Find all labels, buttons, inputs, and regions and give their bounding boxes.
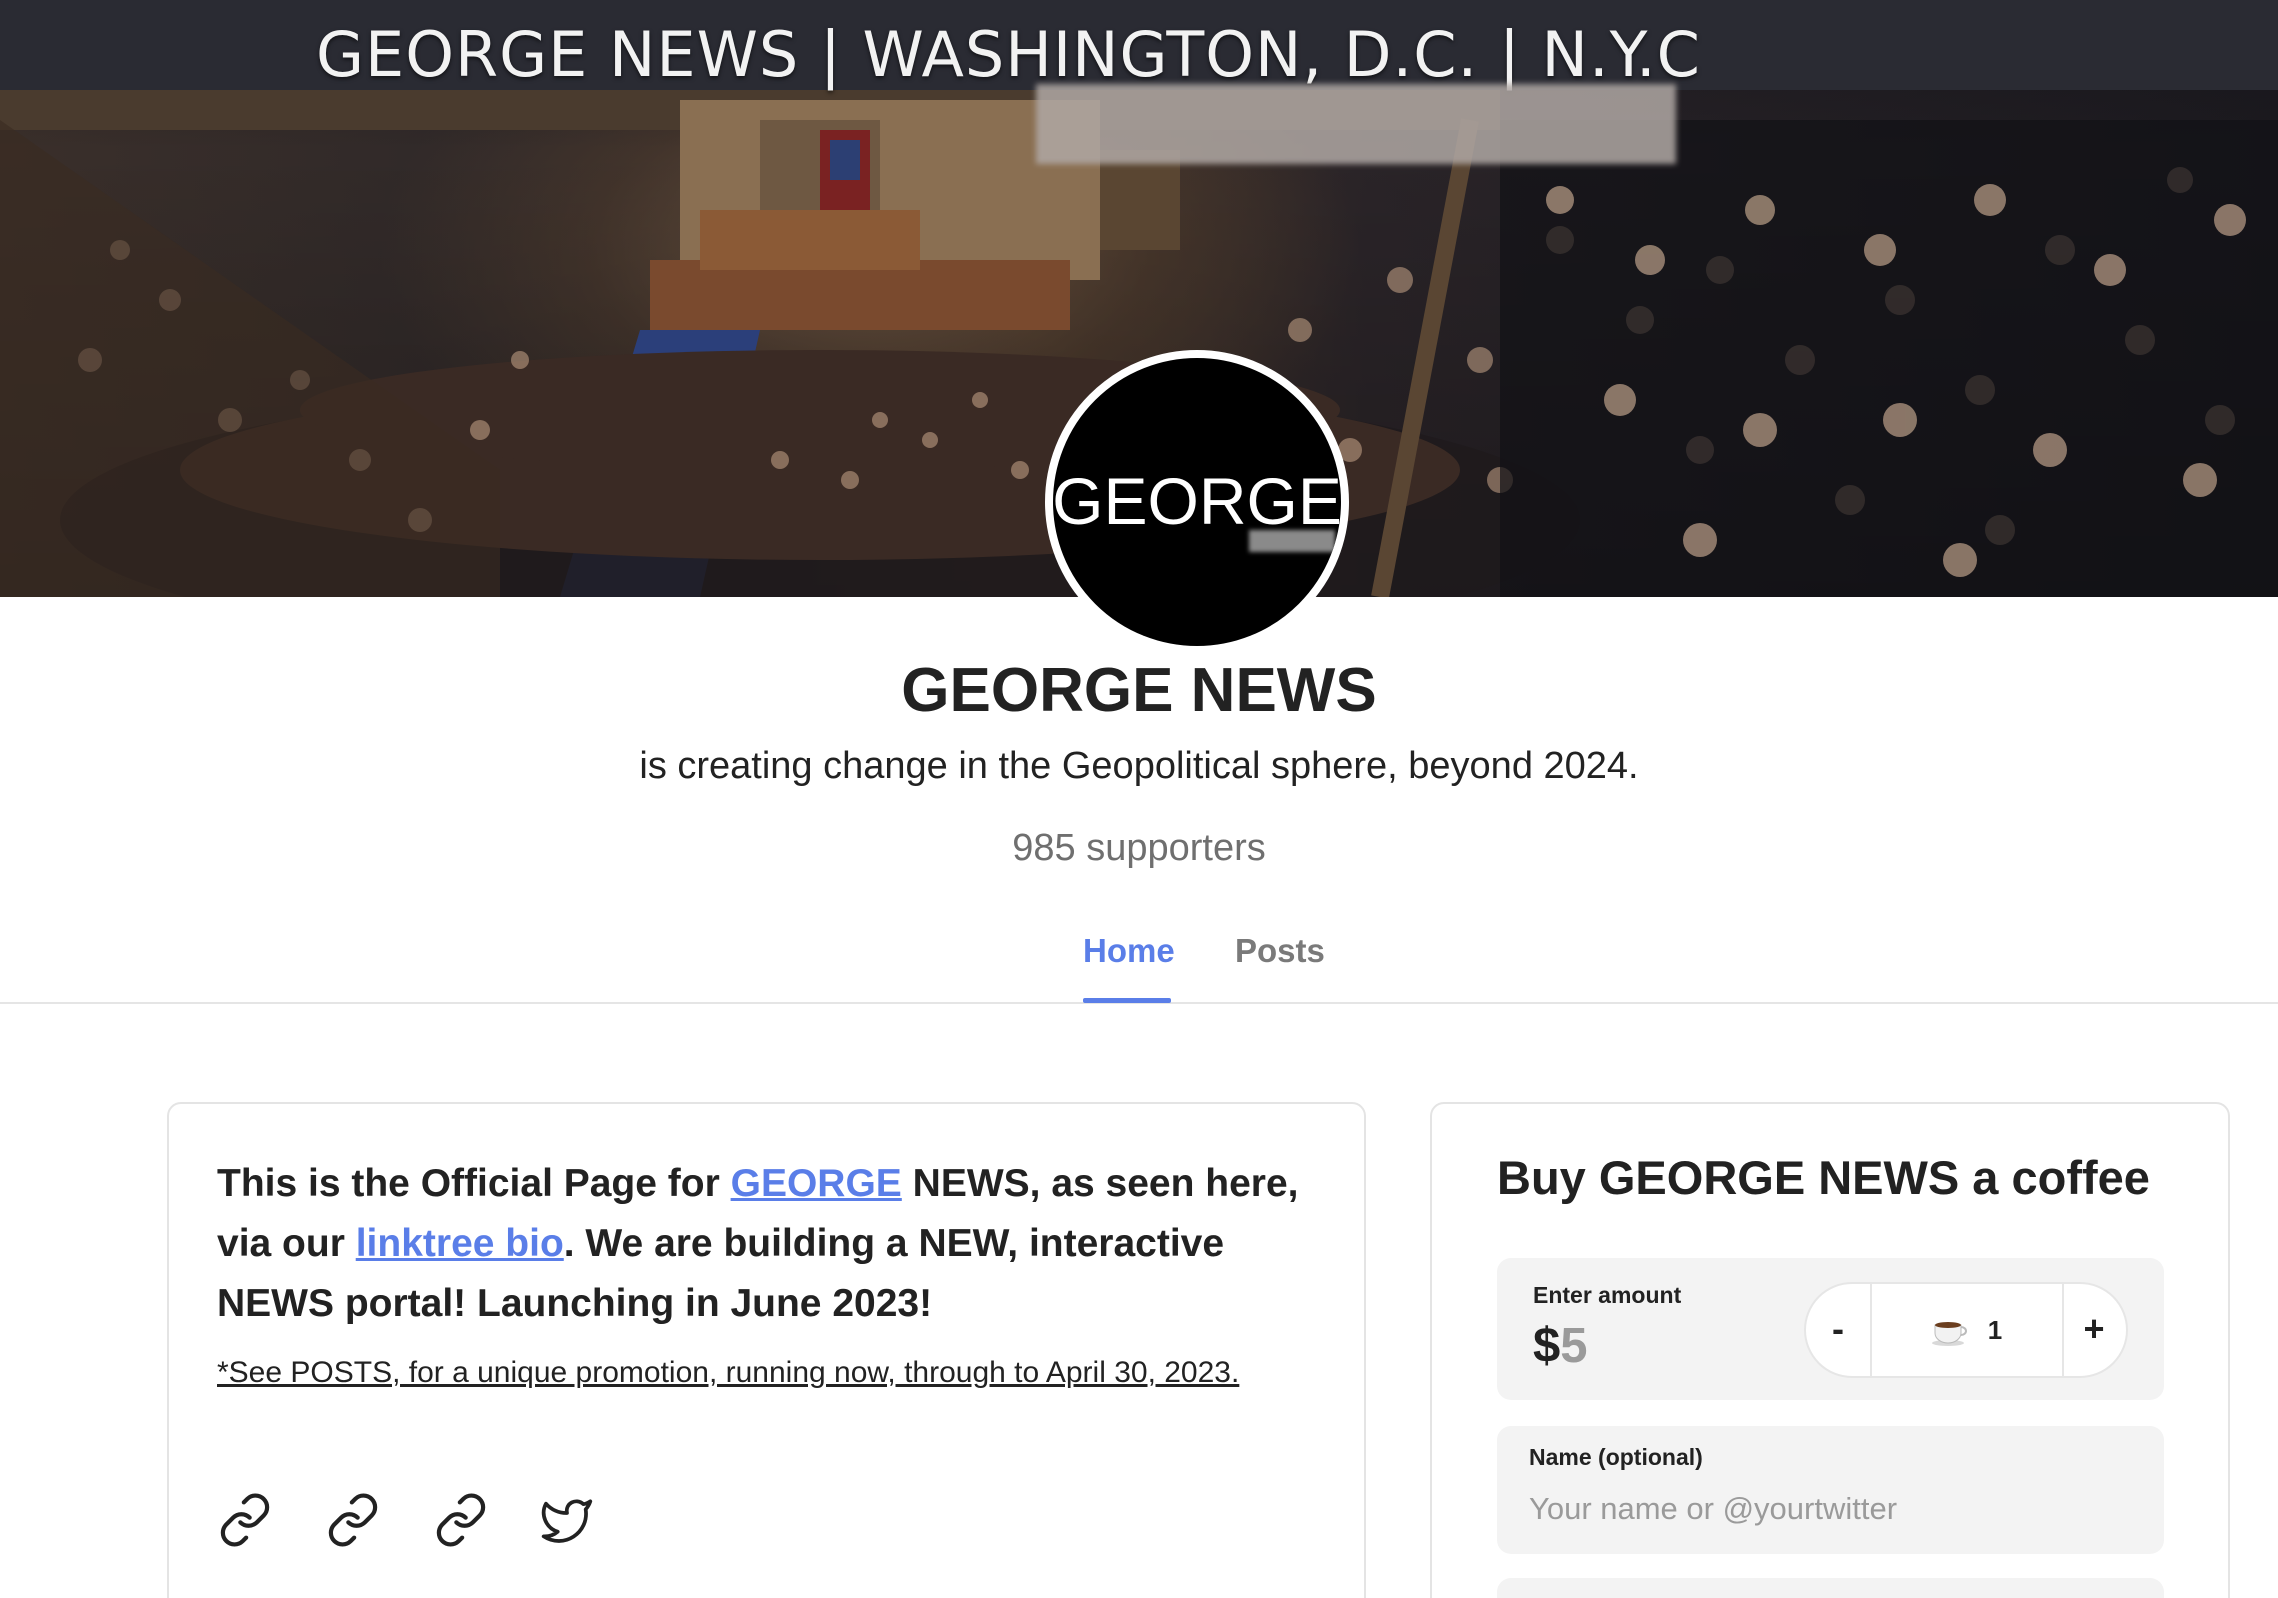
about-text-part: This is the Official Page for xyxy=(217,1162,731,1205)
twitter-icon[interactable] xyxy=(539,1492,595,1548)
linktree-link[interactable]: linktree bio xyxy=(356,1222,564,1265)
name-section: Name (optional) xyxy=(1497,1426,2164,1554)
amount-section: Enter amount $5 - 1 + xyxy=(1497,1258,2164,1400)
quantity-display[interactable]: 1 xyxy=(1872,1284,2060,1376)
message-field[interactable] xyxy=(1497,1578,2164,1598)
promo-note[interactable]: *See POSTS, for a unique promotion, runn… xyxy=(217,1356,1327,1390)
link-icon[interactable] xyxy=(325,1492,381,1548)
banner-title: GEORGE NEWS | WASHINGTON, D.C. | N.Y.C xyxy=(316,18,1701,91)
amount-value: 5 xyxy=(1560,1319,1588,1373)
name-label: Name (optional) xyxy=(1529,1444,1703,1470)
link-icon[interactable] xyxy=(217,1492,273,1548)
george-link[interactable]: GEORGE xyxy=(731,1162,902,1205)
tab-home[interactable]: Home xyxy=(1083,932,1175,970)
about-card: This is the Official Page for GEORGE NEW… xyxy=(167,1102,1366,1598)
decrement-button[interactable]: - xyxy=(1806,1284,1870,1376)
redacted-region xyxy=(1249,530,1335,552)
support-card: Buy GEORGE NEWS a coffee Enter amount $5… xyxy=(1430,1102,2230,1598)
quantity-stepper: - 1 + xyxy=(1804,1282,2128,1378)
page-title: GEORGE NEWS xyxy=(901,656,1377,725)
amount-input[interactable]: $5 xyxy=(1533,1318,1588,1374)
amount-label: Enter amount xyxy=(1533,1282,1682,1308)
avatar: GEORGE xyxy=(1045,350,1349,654)
avatar-logo-text: GEORGE xyxy=(1052,464,1342,538)
support-card-title: Buy GEORGE NEWS a coffee xyxy=(1497,1151,2150,1204)
creator-tagline: is creating change in the Geopolitical s… xyxy=(639,745,1639,787)
currency-symbol: $ xyxy=(1533,1319,1561,1373)
redacted-region xyxy=(1036,84,1676,164)
quantity-value: 1 xyxy=(1987,1315,2003,1345)
active-tab-indicator xyxy=(1083,998,1171,1003)
tab-bar: Home Posts xyxy=(0,920,2278,1004)
link-icon[interactable] xyxy=(433,1492,489,1548)
increment-button[interactable]: + xyxy=(2062,1284,2126,1376)
tab-posts[interactable]: Posts xyxy=(1235,932,1325,970)
name-input[interactable] xyxy=(1529,1484,2129,1534)
supporter-count: 985 supporters xyxy=(1012,827,1266,869)
about-text: This is the Official Page for GEORGE NEW… xyxy=(217,1154,1327,1334)
coffee-cup-icon xyxy=(1931,1322,1967,1347)
